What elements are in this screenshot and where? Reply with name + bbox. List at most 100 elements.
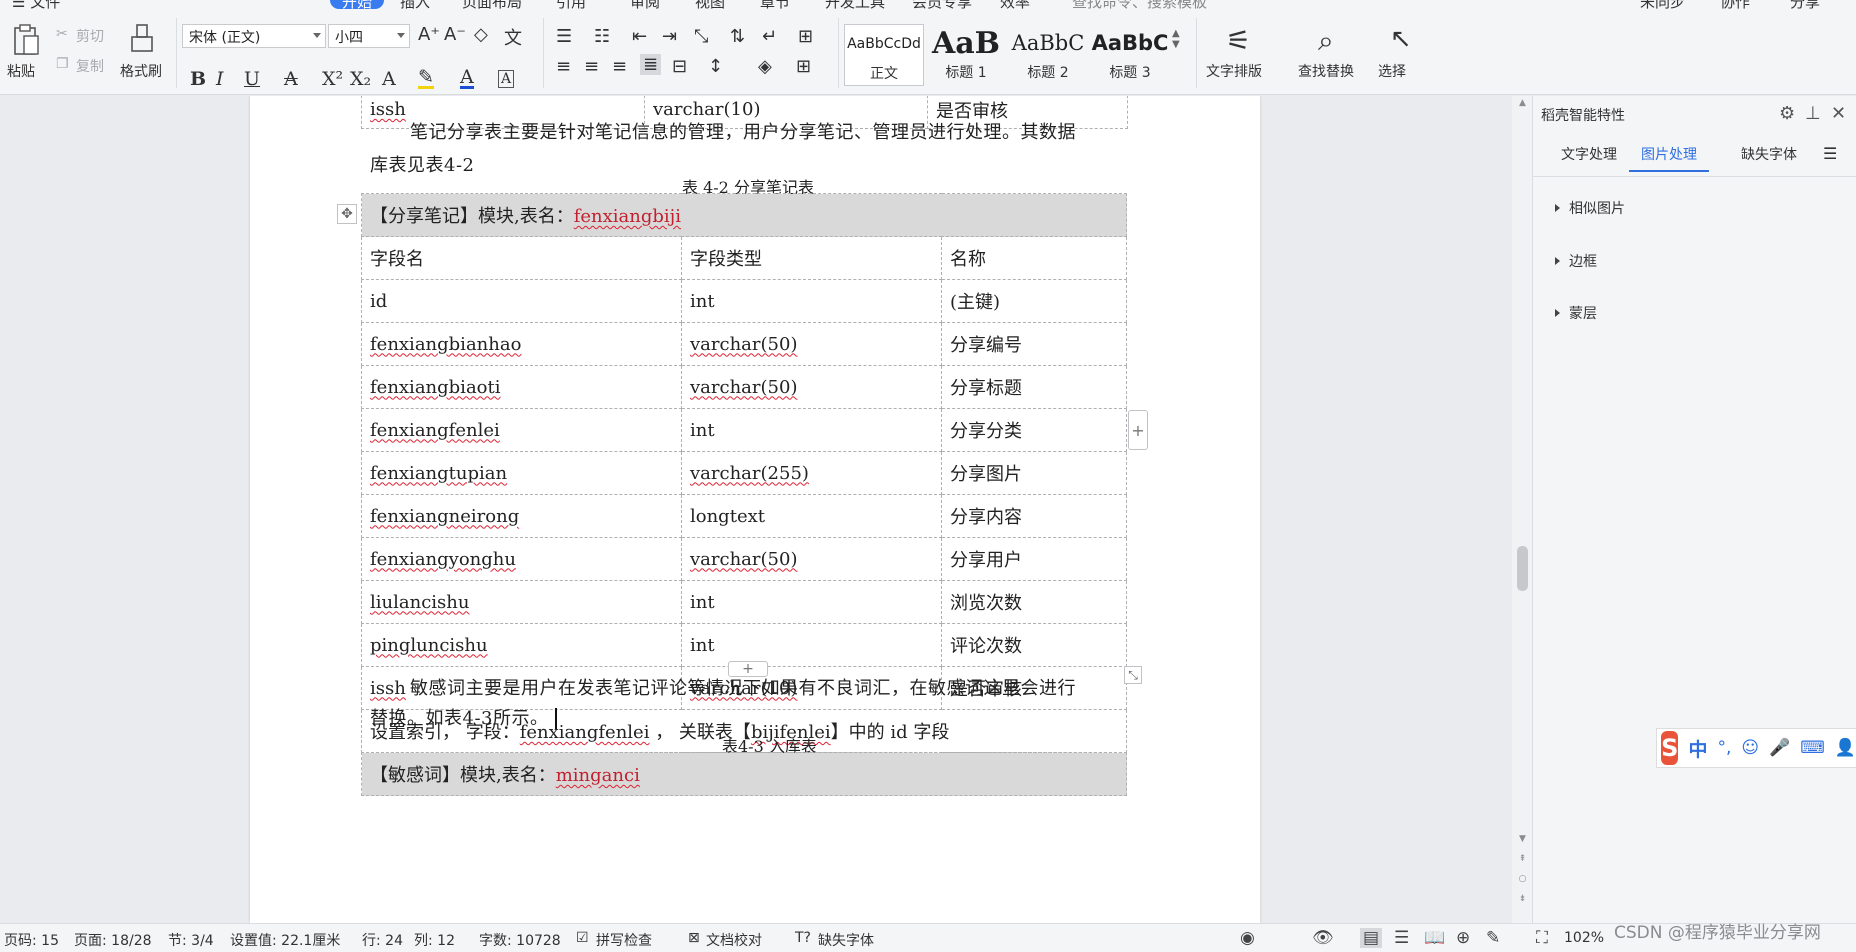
next-page-icon[interactable]: ⇟ [1517, 894, 1528, 904]
web-view-icon[interactable]: ⊕ [1456, 928, 1470, 948]
status-setting[interactable]: 设置值: 22.1厘米 [230, 930, 340, 950]
table-title-cell[interactable]: 【分享笔记】模块,表名：fenxiangbiji [361, 193, 1127, 237]
prev-page-icon[interactable]: ⇞ [1517, 854, 1528, 864]
find-replace-icon[interactable]: ⌕ [1318, 24, 1334, 58]
format-painter-button[interactable]: 格式刷 [120, 61, 162, 81]
table-cell[interactable]: (主键) [941, 279, 1127, 323]
panel-title[interactable]: 稻壳智能特性 [1541, 105, 1625, 125]
table-cell[interactable]: int [681, 580, 942, 624]
spell-check-button[interactable]: 拼写检查 [596, 930, 652, 950]
superscript-icon[interactable]: X² [322, 68, 343, 90]
phonetic-icon[interactable]: 文 [504, 24, 522, 50]
table-cell[interactable]: varchar(50) [681, 365, 942, 409]
clear-format-icon[interactable]: ◇ [474, 24, 488, 45]
tab-stop-icon[interactable]: ⊞ [798, 26, 813, 47]
table-cell[interactable]: fenxiangneirong [361, 494, 682, 538]
ime-keyboard-icon[interactable]: ⌨ [1800, 738, 1825, 758]
table-cell[interactable]: pingluncishu [361, 623, 682, 667]
pin-icon[interactable]: ⊥ [1805, 103, 1821, 124]
protect-eye-icon[interactable]: ◉ [1240, 928, 1255, 948]
font-size-select[interactable]: 小四 [328, 24, 410, 48]
text-direction-icon[interactable]: ⤡ [694, 26, 708, 47]
font-name-select[interactable]: 宋体 (正文) [182, 24, 326, 48]
paragraph-line[interactable]: 库表见表4-2 [370, 151, 475, 177]
section-similar-images[interactable]: 相似图片 [1555, 198, 1625, 218]
scrollbar-thumb[interactable] [1517, 546, 1528, 591]
menu-collab[interactable]: 协作 [1720, 0, 1750, 10]
menu-share[interactable]: 分享 [1790, 0, 1820, 10]
table-cell[interactable]: fenxiangfenlei [361, 408, 682, 452]
table-move-icon[interactable]: ✥ [337, 204, 357, 224]
table-cell[interactable]: fenxiangbianhao [361, 322, 682, 366]
zoom-level[interactable]: 102% [1564, 930, 1604, 946]
align-right-icon[interactable]: ≡ [612, 56, 627, 77]
justify-icon[interactable]: ≣ [640, 54, 662, 75]
copy-button[interactable]: 复制 [76, 56, 104, 76]
bold-icon[interactable]: B [190, 68, 206, 90]
menu-insert[interactable]: 插入 [400, 0, 430, 10]
underline-icon[interactable]: U [244, 68, 260, 90]
tab-image-processing[interactable]: 图片处理 [1629, 144, 1709, 172]
italic-icon[interactable]: I [216, 68, 224, 90]
text-layout-button[interactable]: 文字排版 [1206, 61, 1262, 81]
font-color-icon[interactable]: A [460, 68, 474, 89]
grow-font-icon[interactable]: A⁺ [418, 24, 440, 45]
menu-chapter[interactable]: 章节 [760, 0, 790, 10]
status-section[interactable]: 节: 3/4 [168, 930, 214, 950]
increase-indent-icon[interactable]: ⇥ [662, 26, 677, 47]
menu-developer[interactable]: 开发工具 [825, 0, 885, 10]
page-view-icon[interactable]: ▤ [1360, 928, 1383, 948]
menu-sync[interactable]: 未同步 [1640, 0, 1685, 10]
select-cursor-icon[interactable]: ↖ [1390, 24, 1412, 54]
panel-menu-icon[interactable]: ☰ [1823, 144, 1837, 172]
menu-member[interactable]: 会员专享 [912, 0, 972, 10]
decrease-indent-icon[interactable]: ⇤ [632, 26, 647, 47]
section-border[interactable]: 边框 [1555, 251, 1597, 271]
menu-file[interactable]: ☰ 文件 [12, 0, 60, 10]
ime-emoji-icon[interactable]: ☺ [1741, 738, 1759, 758]
tab-missing-fonts[interactable]: 缺失字体 [1741, 144, 1797, 172]
status-page-number[interactable]: 页码: 15 [4, 930, 59, 950]
style-heading-1[interactable]: AaB 标题 1 [926, 24, 1006, 86]
table-cell[interactable]: liulancishu [361, 580, 682, 624]
status-row[interactable]: 行: 24 [362, 930, 403, 950]
close-icon[interactable]: ✕ [1831, 103, 1846, 124]
table-cell[interactable]: fenxiangbiaoti [361, 365, 682, 409]
paragraph-line[interactable]: 笔记分享表主要是针对笔记信息的管理，用户分享笔记、管理员进行处理。其数据 [410, 118, 1076, 144]
align-center-icon[interactable]: ≡ [584, 56, 599, 77]
table-cell[interactable]: fenxiangtupian [361, 451, 682, 495]
find-replace-button[interactable]: 查找替换 [1298, 61, 1354, 81]
borders-icon[interactable]: ⊞ [796, 56, 811, 77]
table-title-cell[interactable]: 【敏感词】模块,表名：minganci [361, 752, 1127, 796]
table-cell[interactable]: varchar(255) [681, 451, 942, 495]
menu-home[interactable]: 开始 [330, 0, 385, 10]
table-cell[interactable]: 分享用户 [941, 537, 1127, 581]
menu-search[interactable]: 查找命令、搜索模板 [1072, 0, 1207, 10]
strikethrough-icon[interactable]: A [284, 68, 298, 90]
table-cell[interactable]: varchar(50) [681, 537, 942, 581]
ime-user-icon[interactable]: 👤 [1835, 738, 1856, 758]
styles-scroll-icon[interactable]: ▲ ▼ [1172, 28, 1180, 50]
style-heading-2[interactable]: AaBbC 标题 2 [1008, 24, 1088, 86]
table-cell[interactable]: int [681, 623, 942, 667]
cut-button[interactable]: 剪切 [76, 26, 104, 46]
table-cell[interactable]: 分享编号 [941, 322, 1127, 366]
table-cell[interactable]: int [681, 408, 942, 452]
text-layout-icon[interactable]: ⚟ [1226, 24, 1251, 57]
format-painter-icon[interactable] [128, 22, 156, 56]
table-cell[interactable]: varchar(50) [681, 322, 942, 366]
table-cell[interactable]: 分享分类 [941, 408, 1127, 452]
scroll-down-icon[interactable]: ▼ [1517, 834, 1528, 844]
select-button[interactable]: 选择 [1378, 61, 1406, 81]
proofread-button[interactable]: 文档校对 [706, 930, 762, 950]
reading-view-icon[interactable]: 📖 [1424, 928, 1445, 948]
text-effect-icon[interactable]: A [382, 68, 396, 90]
scroll-up-icon[interactable]: ▲ [1517, 98, 1528, 108]
outline-view-icon[interactable]: ☰ [1394, 928, 1409, 948]
table-cell[interactable]: 分享标题 [941, 365, 1127, 409]
line-spacing-icon[interactable]: ↕ [708, 56, 723, 77]
menu-review[interactable]: 审阅 [630, 0, 660, 10]
bullet-list-icon[interactable]: ☰ [556, 26, 572, 47]
select-browse-icon[interactable]: ○ [1517, 874, 1528, 884]
line-break-icon[interactable]: ↵ [762, 26, 777, 47]
